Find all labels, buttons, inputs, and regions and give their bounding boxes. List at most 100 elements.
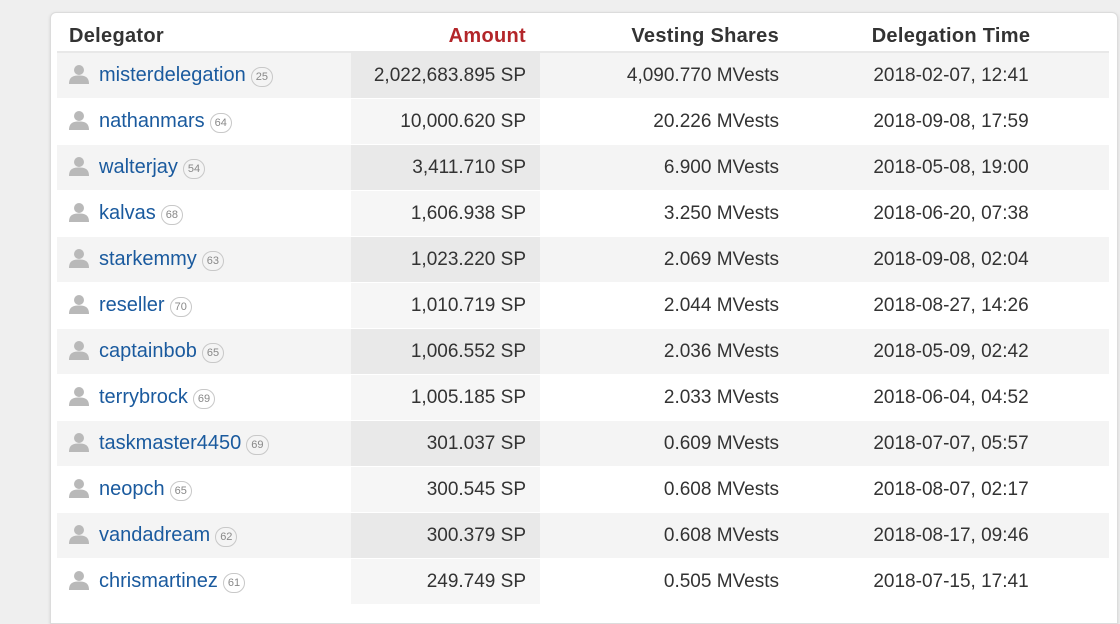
reputation-badge: 61 [222,572,246,593]
amount-cell: 1,606.938 SP [351,191,540,237]
vesting-shares-cell: 0.608 MVests [540,467,793,513]
user-avatar-icon [69,64,89,84]
amount-cell: 3,411.710 SP [351,145,540,191]
user-avatar-icon [69,432,89,452]
user-avatar-icon [69,570,89,590]
reputation-badge: 25 [250,66,273,87]
delegation-time-cell: 2018-09-08, 17:59 [793,99,1109,145]
reputation-badge: 70 [169,296,192,317]
delegator-cell: vandadream 62 [57,513,351,559]
delegator-link[interactable]: neopch [99,478,165,500]
table-row: kalvas 68 1,606.938 SP 3.250 MVests 2018-… [57,191,1109,237]
delegator-link[interactable]: terrybrock [99,386,188,408]
delegation-time-cell: 2018-05-08, 19:00 [793,145,1109,191]
delegator-cell: taskmaster4450 69 [57,421,351,467]
table-header: Delegator Amount Vesting Shares Delegati… [57,21,1109,53]
reputation-badge: 63 [201,250,225,271]
table-row: starkemmy 63 1,023.220 SP 2.069 MVests 20… [57,237,1109,283]
delegator-link[interactable]: chrismartinez [99,570,218,592]
vesting-shares-cell: 2.033 MVests [540,375,793,421]
delegator-cell: captainbob 65 [57,329,351,375]
reputation-badge: 69 [192,388,216,409]
reputation-badge: 64 [209,112,232,133]
delegation-time-cell: 2018-09-08, 02:04 [793,237,1109,283]
header-row: Delegator Amount Vesting Shares Delegati… [57,21,1109,53]
delegation-time-cell: 2018-07-07, 05:57 [793,421,1109,467]
vesting-shares-cell: 3.250 MVests [540,191,793,237]
delegator-cell: walterjay 54 [57,145,351,191]
table-row: reseller 70 1,010.719 SP 2.044 MVests 201… [57,283,1109,329]
amount-cell: 1,005.185 SP [351,375,540,421]
table-row: taskmaster4450 69 301.037 SP 0.609 MVests… [57,421,1109,467]
delegation-time-cell: 2018-06-04, 04:52 [793,375,1109,421]
delegations-table: Delegator Amount Vesting Shares Delegati… [57,21,1109,605]
table-body: misterdelegation 25 2,022,683.895 SP 4,09… [57,53,1109,605]
delegation-time-cell: 2018-02-07, 12:41 [793,53,1109,99]
vesting-shares-cell: 0.609 MVests [540,421,793,467]
reputation-badge: 68 [160,204,183,225]
reputation-badge: 62 [215,526,238,547]
vesting-shares-cell: 4,090.770 MVests [540,53,793,99]
table-row: chrismartinez 61 249.749 SP 0.505 MVests … [57,559,1109,605]
delegator-link[interactable]: kalvas [99,202,156,224]
user-avatar-icon [69,248,89,268]
header-amount[interactable]: Amount [351,21,540,53]
delegator-link[interactable]: reseller [99,294,165,316]
vesting-shares-cell: 20.226 MVests [540,99,793,145]
user-avatar-icon [69,156,89,176]
table-row: terrybrock 69 1,005.185 SP 2.033 MVests 2… [57,375,1109,421]
delegation-time-cell: 2018-08-07, 02:17 [793,467,1109,513]
vesting-shares-cell: 2.069 MVests [540,237,793,283]
delegator-cell: misterdelegation 25 [57,53,351,99]
delegator-link[interactable]: nathanmars [99,110,205,132]
delegation-time-cell: 2018-08-17, 09:46 [793,513,1109,559]
vesting-shares-cell: 6.900 MVests [540,145,793,191]
user-avatar-icon [69,110,89,130]
delegation-time-cell: 2018-06-20, 07:38 [793,191,1109,237]
amount-cell: 2,022,683.895 SP [351,53,540,99]
header-vesting-shares[interactable]: Vesting Shares [540,21,793,53]
amount-cell: 300.379 SP [351,513,540,559]
vesting-shares-cell: 2.036 MVests [540,329,793,375]
table-row: walterjay 54 3,411.710 SP 6.900 MVests 20… [57,145,1109,191]
amount-cell: 1,010.719 SP [351,283,540,329]
delegator-cell: nathanmars 64 [57,99,351,145]
reputation-badge: 69 [246,434,269,455]
delegation-time-cell: 2018-08-27, 14:26 [793,283,1109,329]
delegator-cell: reseller 70 [57,283,351,329]
delegator-link[interactable]: misterdelegation [99,64,246,86]
delegator-cell: chrismartinez 61 [57,559,351,605]
table-row: captainbob 65 1,006.552 SP 2.036 MVests 2… [57,329,1109,375]
delegator-link[interactable]: captainbob [99,340,197,362]
user-avatar-icon [69,340,89,360]
amount-cell: 300.545 SP [351,467,540,513]
table-row: misterdelegation 25 2,022,683.895 SP 4,09… [57,53,1109,99]
delegation-time-cell: 2018-07-15, 17:41 [793,559,1109,605]
vesting-shares-cell: 0.505 MVests [540,559,793,605]
delegator-link[interactable]: walterjay [99,156,178,178]
delegation-time-cell: 2018-05-09, 02:42 [793,329,1109,375]
table-row: vandadream 62 300.379 SP 0.608 MVests 201… [57,513,1109,559]
vesting-shares-cell: 2.044 MVests [540,283,793,329]
amount-cell: 1,006.552 SP [351,329,540,375]
amount-cell: 301.037 SP [351,421,540,467]
header-delegation-time[interactable]: Delegation Time [793,21,1109,53]
reputation-badge: 54 [182,158,206,179]
user-avatar-icon [69,478,89,498]
delegator-link[interactable]: vandadream [99,524,210,546]
delegator-cell: starkemmy 63 [57,237,351,283]
user-avatar-icon [69,294,89,314]
user-avatar-icon [69,524,89,544]
table-row: neopch 65 300.545 SP 0.608 MVests 2018-08… [57,467,1109,513]
delegator-cell: neopch 65 [57,467,351,513]
delegator-link[interactable]: taskmaster4450 [99,432,241,454]
delegations-table-wrap: Delegator Amount Vesting Shares Delegati… [57,21,1109,605]
table-row: nathanmars 64 10,000.620 SP 20.226 MVests… [57,99,1109,145]
amount-cell: 249.749 SP [351,559,540,605]
user-avatar-icon [69,202,89,222]
user-avatar-icon [69,386,89,406]
delegator-link[interactable]: starkemmy [99,248,197,270]
amount-cell: 10,000.620 SP [351,99,540,145]
reputation-badge: 65 [169,480,192,501]
header-delegator[interactable]: Delegator [57,21,351,53]
